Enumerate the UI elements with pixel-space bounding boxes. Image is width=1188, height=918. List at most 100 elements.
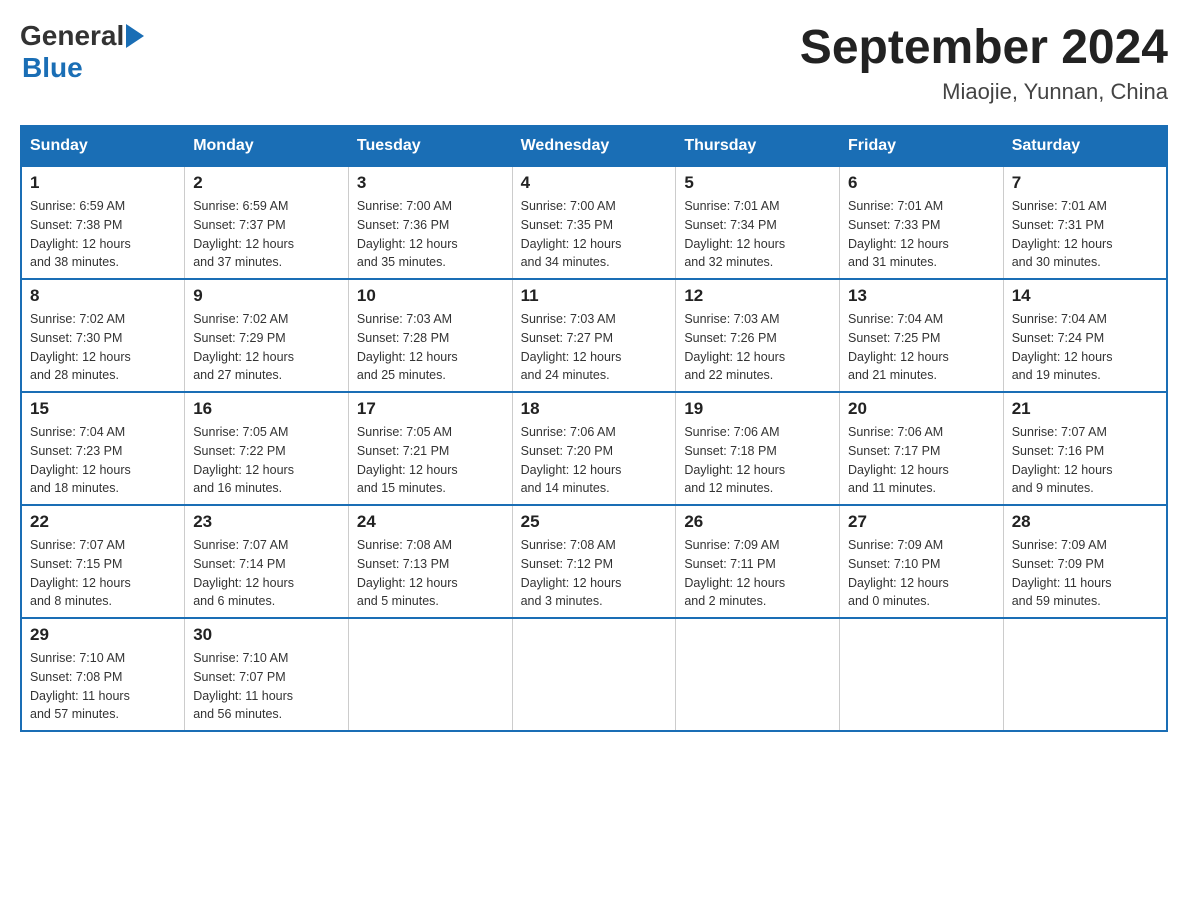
day-info: Sunrise: 7:01 AMSunset: 7:31 PMDaylight:… xyxy=(1012,197,1158,272)
day-info: Sunrise: 7:06 AMSunset: 7:20 PMDaylight:… xyxy=(521,423,668,498)
day-number: 24 xyxy=(357,512,504,532)
day-number: 9 xyxy=(193,286,340,306)
col-monday: Monday xyxy=(185,126,349,166)
day-number: 21 xyxy=(1012,399,1158,419)
day-info: Sunrise: 7:04 AMSunset: 7:25 PMDaylight:… xyxy=(848,310,995,385)
day-number: 5 xyxy=(684,173,831,193)
day-info: Sunrise: 7:00 AMSunset: 7:36 PMDaylight:… xyxy=(357,197,504,272)
calendar-header-row: Sunday Monday Tuesday Wednesday Thursday… xyxy=(21,126,1167,166)
day-info: Sunrise: 7:09 AMSunset: 7:10 PMDaylight:… xyxy=(848,536,995,611)
day-info: Sunrise: 7:00 AMSunset: 7:35 PMDaylight:… xyxy=(521,197,668,272)
col-wednesday: Wednesday xyxy=(512,126,676,166)
table-row: 11 Sunrise: 7:03 AMSunset: 7:27 PMDaylig… xyxy=(512,279,676,392)
day-number: 8 xyxy=(30,286,176,306)
day-number: 25 xyxy=(521,512,668,532)
table-row: 7 Sunrise: 7:01 AMSunset: 7:31 PMDayligh… xyxy=(1003,166,1167,279)
day-info: Sunrise: 7:02 AMSunset: 7:30 PMDaylight:… xyxy=(30,310,176,385)
table-row: 20 Sunrise: 7:06 AMSunset: 7:17 PMDaylig… xyxy=(840,392,1004,505)
day-number: 26 xyxy=(684,512,831,532)
table-row: 6 Sunrise: 7:01 AMSunset: 7:33 PMDayligh… xyxy=(840,166,1004,279)
day-info: Sunrise: 7:03 AMSunset: 7:28 PMDaylight:… xyxy=(357,310,504,385)
day-info: Sunrise: 7:04 AMSunset: 7:23 PMDaylight:… xyxy=(30,423,176,498)
day-number: 27 xyxy=(848,512,995,532)
table-row: 17 Sunrise: 7:05 AMSunset: 7:21 PMDaylig… xyxy=(348,392,512,505)
day-number: 4 xyxy=(521,173,668,193)
day-info: Sunrise: 7:09 AMSunset: 7:09 PMDaylight:… xyxy=(1012,536,1158,611)
day-number: 11 xyxy=(521,286,668,306)
logo-triangle-icon xyxy=(126,24,144,48)
day-number: 20 xyxy=(848,399,995,419)
day-info: Sunrise: 6:59 AMSunset: 7:37 PMDaylight:… xyxy=(193,197,340,272)
day-info: Sunrise: 7:09 AMSunset: 7:11 PMDaylight:… xyxy=(684,536,831,611)
day-number: 30 xyxy=(193,625,340,645)
table-row: 23 Sunrise: 7:07 AMSunset: 7:14 PMDaylig… xyxy=(185,505,349,618)
day-info: Sunrise: 6:59 AMSunset: 7:38 PMDaylight:… xyxy=(30,197,176,272)
table-row: 1 Sunrise: 6:59 AMSunset: 7:38 PMDayligh… xyxy=(21,166,185,279)
day-info: Sunrise: 7:06 AMSunset: 7:17 PMDaylight:… xyxy=(848,423,995,498)
day-info: Sunrise: 7:01 AMSunset: 7:33 PMDaylight:… xyxy=(848,197,995,272)
table-row: 18 Sunrise: 7:06 AMSunset: 7:20 PMDaylig… xyxy=(512,392,676,505)
day-info: Sunrise: 7:01 AMSunset: 7:34 PMDaylight:… xyxy=(684,197,831,272)
table-row: 3 Sunrise: 7:00 AMSunset: 7:36 PMDayligh… xyxy=(348,166,512,279)
day-info: Sunrise: 7:04 AMSunset: 7:24 PMDaylight:… xyxy=(1012,310,1158,385)
table-row: 26 Sunrise: 7:09 AMSunset: 7:11 PMDaylig… xyxy=(676,505,840,618)
day-info: Sunrise: 7:07 AMSunset: 7:15 PMDaylight:… xyxy=(30,536,176,611)
day-number: 10 xyxy=(357,286,504,306)
table-row: 19 Sunrise: 7:06 AMSunset: 7:18 PMDaylig… xyxy=(676,392,840,505)
day-number: 16 xyxy=(193,399,340,419)
day-number: 14 xyxy=(1012,286,1158,306)
day-info: Sunrise: 7:10 AMSunset: 7:07 PMDaylight:… xyxy=(193,649,340,724)
table-row: 15 Sunrise: 7:04 AMSunset: 7:23 PMDaylig… xyxy=(21,392,185,505)
table-row: 10 Sunrise: 7:03 AMSunset: 7:28 PMDaylig… xyxy=(348,279,512,392)
day-number: 15 xyxy=(30,399,176,419)
col-friday: Friday xyxy=(840,126,1004,166)
calendar-title: September 2024 xyxy=(800,20,1168,75)
logo-blue-text: Blue xyxy=(22,52,83,84)
day-info: Sunrise: 7:06 AMSunset: 7:18 PMDaylight:… xyxy=(684,423,831,498)
table-row: 5 Sunrise: 7:01 AMSunset: 7:34 PMDayligh… xyxy=(676,166,840,279)
table-row: 12 Sunrise: 7:03 AMSunset: 7:26 PMDaylig… xyxy=(676,279,840,392)
day-number: 22 xyxy=(30,512,176,532)
col-saturday: Saturday xyxy=(1003,126,1167,166)
day-info: Sunrise: 7:10 AMSunset: 7:08 PMDaylight:… xyxy=(30,649,176,724)
calendar-week-row: 8 Sunrise: 7:02 AMSunset: 7:30 PMDayligh… xyxy=(21,279,1167,392)
table-row: 27 Sunrise: 7:09 AMSunset: 7:10 PMDaylig… xyxy=(840,505,1004,618)
table-row: 28 Sunrise: 7:09 AMSunset: 7:09 PMDaylig… xyxy=(1003,505,1167,618)
day-info: Sunrise: 7:03 AMSunset: 7:26 PMDaylight:… xyxy=(684,310,831,385)
table-row: 2 Sunrise: 6:59 AMSunset: 7:37 PMDayligh… xyxy=(185,166,349,279)
day-number: 3 xyxy=(357,173,504,193)
day-number: 19 xyxy=(684,399,831,419)
logo: General Blue xyxy=(20,20,144,84)
day-number: 28 xyxy=(1012,512,1158,532)
table-row: 16 Sunrise: 7:05 AMSunset: 7:22 PMDaylig… xyxy=(185,392,349,505)
day-number: 1 xyxy=(30,173,176,193)
day-info: Sunrise: 7:02 AMSunset: 7:29 PMDaylight:… xyxy=(193,310,340,385)
col-sunday: Sunday xyxy=(21,126,185,166)
day-number: 29 xyxy=(30,625,176,645)
calendar-week-row: 29 Sunrise: 7:10 AMSunset: 7:08 PMDaylig… xyxy=(21,618,1167,731)
table-row: 29 Sunrise: 7:10 AMSunset: 7:08 PMDaylig… xyxy=(21,618,185,731)
day-info: Sunrise: 7:08 AMSunset: 7:12 PMDaylight:… xyxy=(521,536,668,611)
table-row: 25 Sunrise: 7:08 AMSunset: 7:12 PMDaylig… xyxy=(512,505,676,618)
title-section: September 2024 Miaojie, Yunnan, China xyxy=(800,20,1168,105)
table-row xyxy=(512,618,676,731)
day-number: 18 xyxy=(521,399,668,419)
day-number: 17 xyxy=(357,399,504,419)
table-row xyxy=(840,618,1004,731)
table-row: 22 Sunrise: 7:07 AMSunset: 7:15 PMDaylig… xyxy=(21,505,185,618)
table-row: 8 Sunrise: 7:02 AMSunset: 7:30 PMDayligh… xyxy=(21,279,185,392)
day-info: Sunrise: 7:05 AMSunset: 7:21 PMDaylight:… xyxy=(357,423,504,498)
calendar-week-row: 15 Sunrise: 7:04 AMSunset: 7:23 PMDaylig… xyxy=(21,392,1167,505)
calendar-week-row: 22 Sunrise: 7:07 AMSunset: 7:15 PMDaylig… xyxy=(21,505,1167,618)
page-header: General Blue September 2024 Miaojie, Yun… xyxy=(20,20,1168,105)
calendar-week-row: 1 Sunrise: 6:59 AMSunset: 7:38 PMDayligh… xyxy=(21,166,1167,279)
day-number: 7 xyxy=(1012,173,1158,193)
day-info: Sunrise: 7:05 AMSunset: 7:22 PMDaylight:… xyxy=(193,423,340,498)
day-number: 23 xyxy=(193,512,340,532)
table-row: 14 Sunrise: 7:04 AMSunset: 7:24 PMDaylig… xyxy=(1003,279,1167,392)
day-number: 6 xyxy=(848,173,995,193)
col-tuesday: Tuesday xyxy=(348,126,512,166)
calendar-subtitle: Miaojie, Yunnan, China xyxy=(800,79,1168,105)
col-thursday: Thursday xyxy=(676,126,840,166)
logo-general-text: General xyxy=(20,20,124,52)
